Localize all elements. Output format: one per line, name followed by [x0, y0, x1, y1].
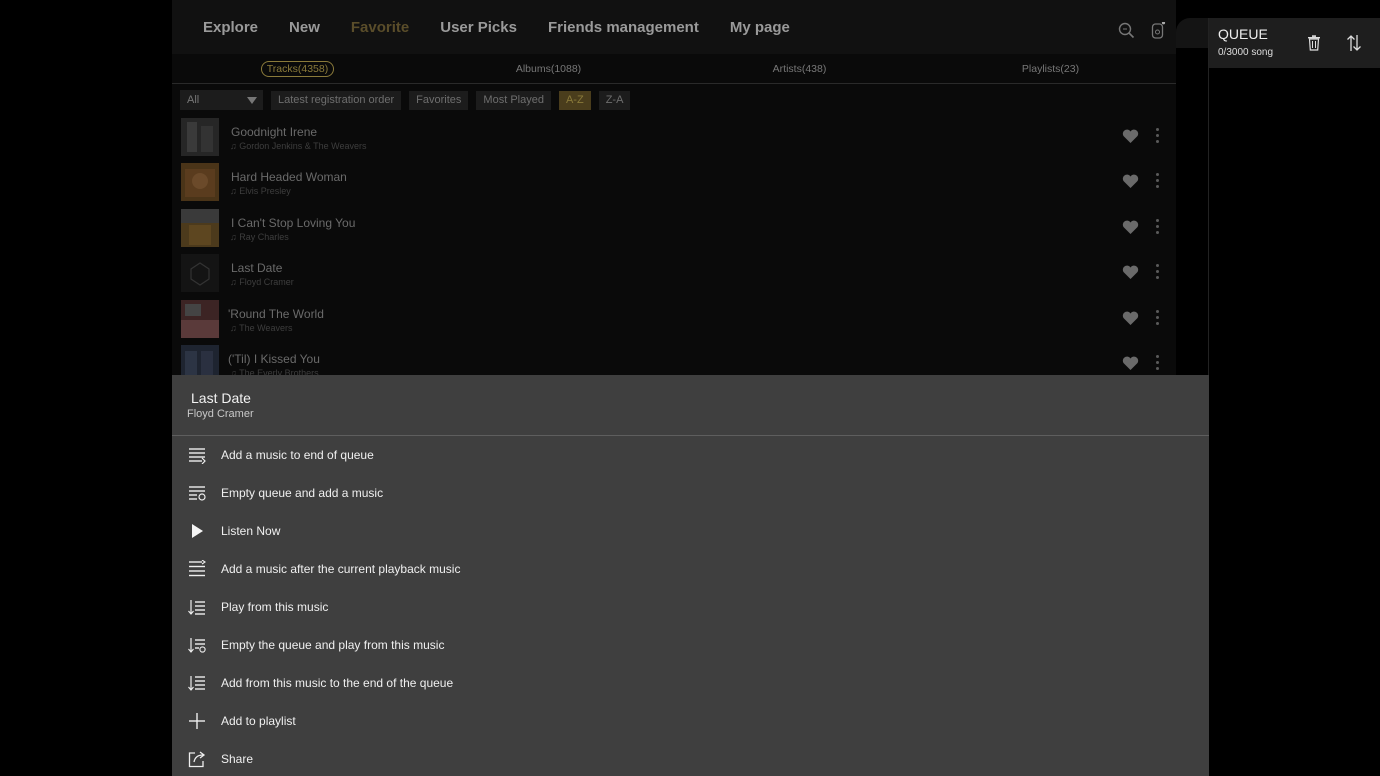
heart-icon[interactable] [1122, 265, 1139, 280]
track-row[interactable]: Last Date Floyd Cramer [172, 250, 1176, 295]
track-title: Last Date [231, 261, 283, 275]
tab-tracks-label: Tracks(4358) [260, 61, 335, 77]
app-window: Explore New Favorite User Picks Friends … [0, 0, 1380, 776]
sort-a-z-button[interactable]: A-Z [558, 90, 591, 110]
menu-add-after-current[interactable]: Add a music after the current playback m… [172, 550, 1209, 588]
play-icon [192, 524, 203, 538]
share-icon [188, 751, 206, 768]
action-sheet-artist: Floyd Cramer [187, 408, 254, 420]
tab-albums-label: Albums(1088) [515, 63, 582, 75]
menu-add-from-this-to-end[interactable]: Add from this music to the end of the qu… [172, 664, 1209, 702]
sort-latest-button[interactable]: Latest registration order [271, 90, 402, 110]
nav-my-page[interactable]: My page [730, 19, 790, 36]
queue-title: QUEUE [1218, 26, 1268, 42]
track-row[interactable]: ('Til) I Kissed You The Everly Brothers [172, 341, 1176, 376]
sort-most-played-button[interactable]: Most Played [476, 90, 551, 110]
nav-friends-management[interactable]: Friends management [548, 19, 699, 36]
album-art [181, 163, 219, 201]
track-title: ('Til) I Kissed You [228, 352, 320, 366]
album-art [181, 118, 219, 156]
album-art [181, 345, 219, 376]
more-options-icon[interactable] [1156, 355, 1160, 371]
nav-explore[interactable]: Explore [203, 19, 258, 36]
heart-icon[interactable] [1122, 356, 1139, 371]
tab-playlists-label: Playlists(23) [1021, 63, 1080, 75]
track-artist: The Weavers [230, 323, 292, 333]
more-options-icon[interactable] [1156, 264, 1160, 280]
track-title: I Can't Stop Loving You [231, 216, 356, 230]
menu-label: Listen Now [221, 524, 281, 538]
menu-label: Add from this music to the end of the qu… [221, 676, 454, 690]
more-options-icon[interactable] [1156, 219, 1160, 235]
trash-icon[interactable] [1307, 35, 1321, 51]
device-icon[interactable] [1149, 22, 1166, 39]
menu-empty-and-play-from-this[interactable]: Empty the queue and play from this music [172, 626, 1209, 664]
action-sheet: Last Date Floyd Cramer Add a music to en… [172, 375, 1209, 776]
menu-label: Empty the queue and play from this music [221, 638, 445, 652]
track-artist: Ray Charles [230, 232, 289, 242]
queue-count: 0/3000 song [1218, 47, 1274, 58]
plus-icon [189, 713, 205, 729]
search-icon[interactable] [1118, 22, 1135, 39]
add-from-end-icon [188, 676, 205, 691]
menu-label: Play from this music [221, 600, 329, 614]
action-sheet-title: Last Date [191, 390, 251, 406]
track-artist: Floyd Cramer [230, 277, 294, 287]
menu-share[interactable]: Share [172, 740, 1209, 776]
filter-bar: All Latest registration order Favorites … [180, 90, 631, 110]
menu-label: Add a music after the current playback m… [221, 562, 461, 576]
heart-icon[interactable] [1122, 174, 1139, 189]
menu-add-to-end-of-queue[interactable]: Add a music to end of queue [172, 436, 1209, 474]
heart-icon[interactable] [1122, 220, 1139, 235]
library-tabs: Tracks(4358) Albums(1088) Artists(438) P… [172, 54, 1176, 84]
sort-icon[interactable] [1346, 33, 1362, 53]
tab-albums[interactable]: Albums(1088) [423, 54, 674, 83]
heart-icon[interactable] [1122, 311, 1139, 326]
album-art-placeholder [181, 254, 219, 292]
menu-listen-now[interactable]: Listen Now [172, 512, 1209, 550]
track-title: 'Round The World [228, 307, 324, 321]
track-title: Goodnight Irene [231, 125, 318, 139]
queue-insert-next-icon [189, 560, 206, 577]
category-select[interactable]: All [180, 90, 263, 110]
sort-z-a-button[interactable]: Z-A [598, 90, 631, 110]
empty-play-from-icon [188, 638, 206, 653]
play-from-icon [188, 600, 205, 615]
menu-label: Add a music to end of queue [221, 448, 374, 462]
heart-icon[interactable] [1122, 129, 1139, 144]
more-options-icon[interactable] [1156, 173, 1160, 189]
nav-favorite[interactable]: Favorite [351, 19, 409, 36]
track-row[interactable]: 'Round The World The Weavers [172, 296, 1176, 341]
more-options-icon[interactable] [1156, 128, 1160, 144]
menu-play-from-this[interactable]: Play from this music [172, 588, 1209, 626]
track-artist: Gordon Jenkins & The Weavers [230, 141, 366, 151]
queue-corner [1176, 18, 1210, 48]
queue-header: QUEUE 0/3000 song [1209, 18, 1380, 68]
album-art [181, 300, 219, 338]
top-navigation: Explore New Favorite User Picks Friends … [172, 0, 1176, 54]
menu-label: Add to playlist [221, 714, 296, 728]
tab-playlists[interactable]: Playlists(23) [925, 54, 1176, 83]
queue-empty-add-icon [189, 486, 206, 501]
nav-user-picks[interactable]: User Picks [440, 19, 517, 36]
track-title: Hard Headed Woman [231, 170, 347, 184]
track-row[interactable]: Goodnight Irene Gordon Jenkins & The Wea… [172, 114, 1176, 159]
tab-tracks[interactable]: Tracks(4358) [172, 54, 423, 83]
nav-new[interactable]: New [289, 19, 320, 36]
menu-add-to-playlist[interactable]: Add to playlist [172, 702, 1209, 740]
track-list: Goodnight Irene Gordon Jenkins & The Wea… [172, 114, 1176, 376]
track-row[interactable]: Hard Headed Woman Elvis Presley [172, 159, 1176, 204]
menu-label: Empty queue and add a music [221, 486, 384, 500]
action-sheet-header: Last Date Floyd Cramer [172, 375, 1209, 436]
queue-add-end-icon [189, 448, 206, 464]
menu-empty-queue-and-add[interactable]: Empty queue and add a music [172, 474, 1209, 512]
more-options-icon[interactable] [1156, 310, 1160, 326]
menu-label: Share [221, 752, 254, 766]
album-art [181, 209, 219, 247]
sort-favorites-button[interactable]: Favorites [409, 90, 469, 110]
tab-artists-label: Artists(438) [772, 63, 827, 75]
track-row[interactable]: I Can't Stop Loving You Ray Charles [172, 205, 1176, 250]
tab-artists[interactable]: Artists(438) [674, 54, 925, 83]
track-artist: Elvis Presley [230, 186, 291, 196]
